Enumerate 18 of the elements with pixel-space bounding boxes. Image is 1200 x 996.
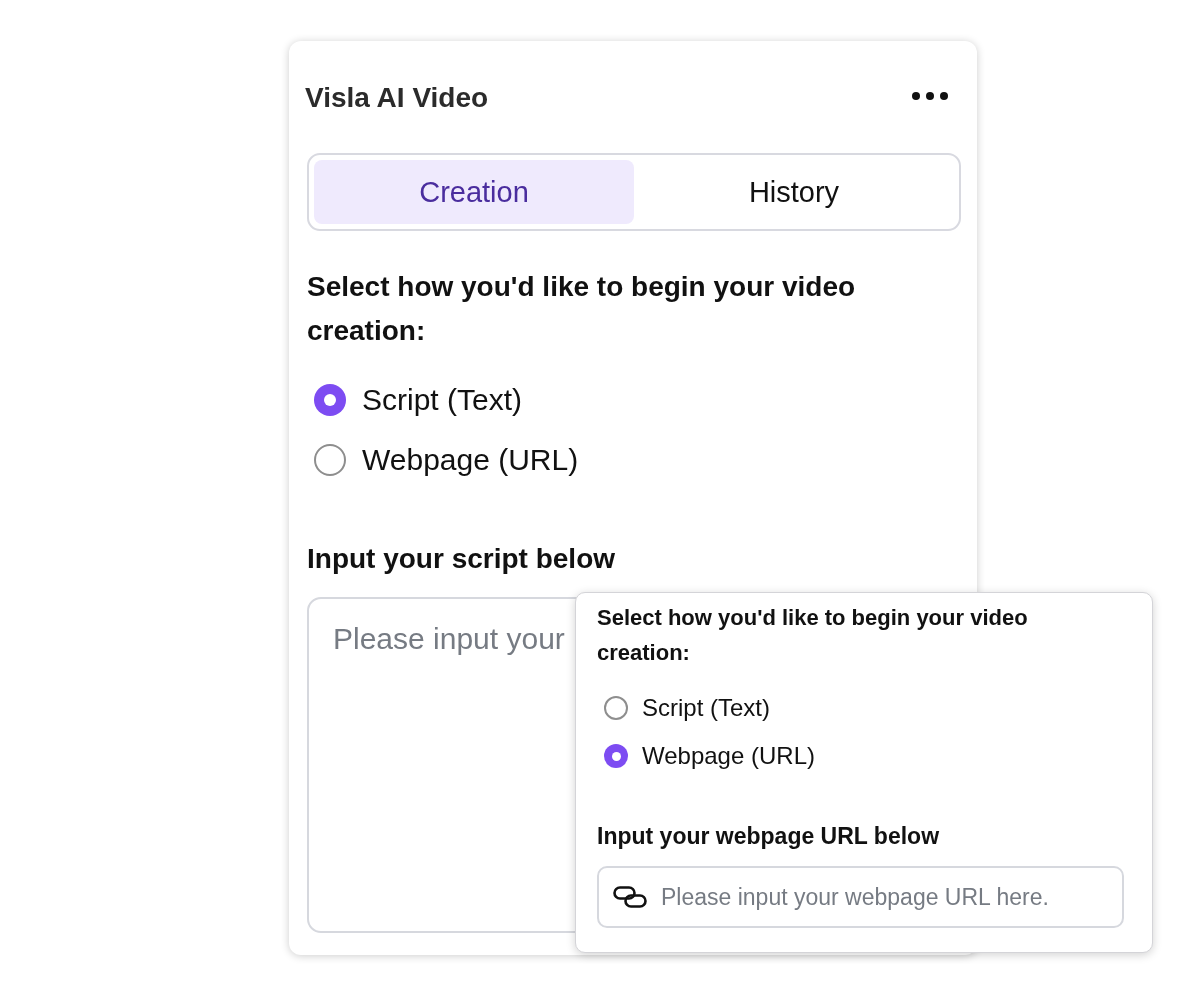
tab[interactable]: Creation — [314, 160, 634, 224]
more-options-icon[interactable] — [912, 92, 948, 100]
section-heading: Input your webpage URL below — [597, 822, 941, 850]
link-icon — [613, 886, 647, 908]
section-heading: Select how you'd like to begin your video creation: — [307, 270, 857, 348]
radio-button[interactable] — [314, 444, 346, 476]
option-label: Webpage (URL) — [642, 741, 815, 771]
section-heading: Input your script below — [307, 542, 616, 576]
option-label: Script (Text) — [362, 382, 523, 418]
panel-title: Visla AI Video — [305, 81, 489, 115]
option-label: Webpage (URL) — [362, 442, 579, 478]
radio-button[interactable] — [604, 696, 628, 720]
radio-button[interactable] — [314, 384, 346, 416]
option-label: Script (Text) — [642, 693, 770, 723]
tab[interactable]: History — [634, 160, 954, 224]
url-input-field[interactable]: Please input your webpage URL here. — [597, 866, 1124, 928]
radio-button[interactable] — [604, 744, 628, 768]
section-heading: Select how you'd like to begin your video creation: — [597, 604, 1029, 667]
